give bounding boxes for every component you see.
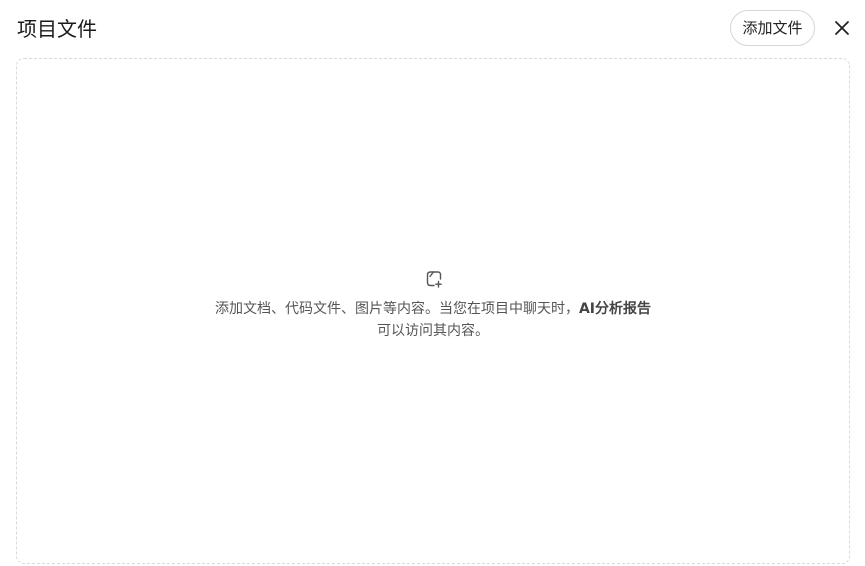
add-file-button[interactable]: 添加文件 [730,10,815,46]
project-files-dialog: 项目文件 添加文件 添加文档、代码文件、图片等内容。当您在项目中聊天时，AI分析… [0,0,865,566]
empty-state-text: 添加文档、代码文件、图片等内容。当您在项目中聊天时，AI分析报告 可以访问其内容… [212,298,654,342]
empty-text-highlight: AI分析报告 [578,301,652,317]
add-file-icon [424,269,444,289]
empty-text-part2: 可以访问其内容。 [377,323,489,339]
dialog-title: 项目文件 [17,17,97,41]
empty-text-part1: 添加文档、代码文件、图片等内容。当您在项目中聊天时， [214,301,579,317]
close-icon[interactable] [831,17,853,39]
